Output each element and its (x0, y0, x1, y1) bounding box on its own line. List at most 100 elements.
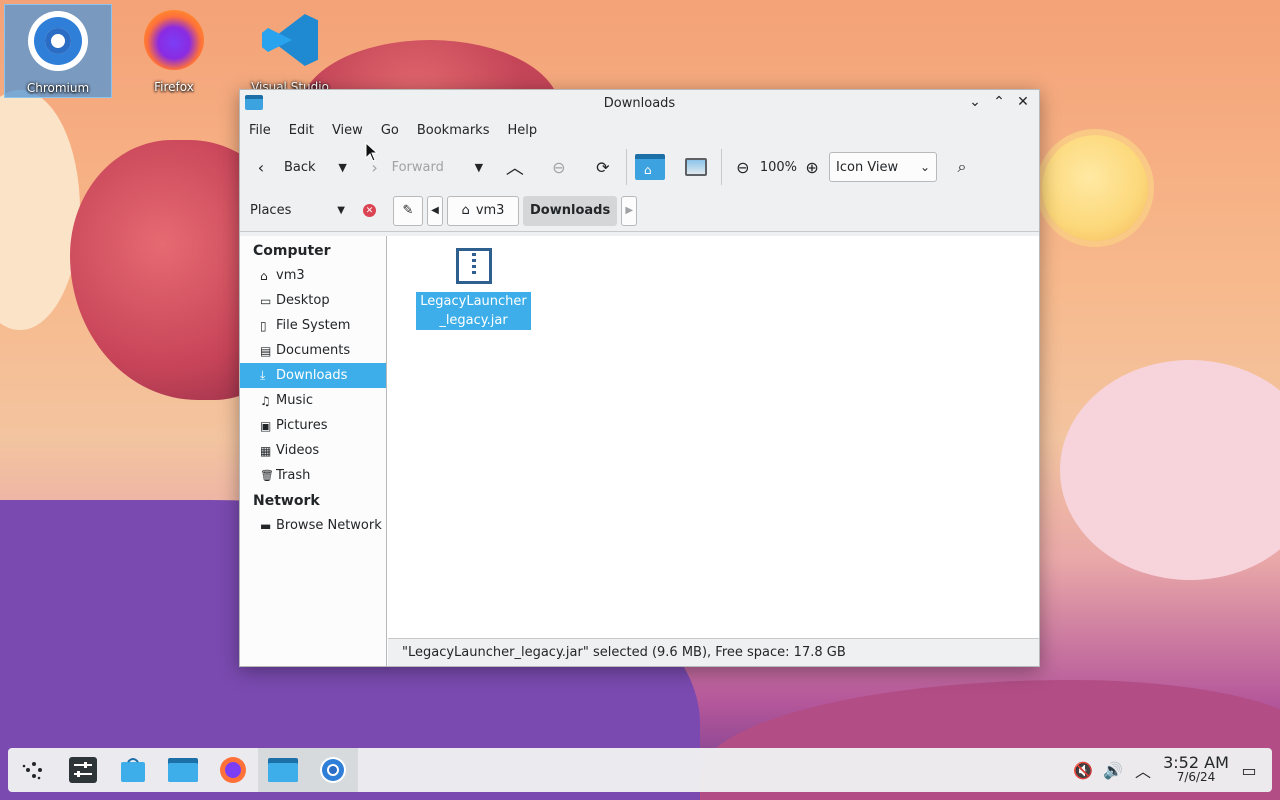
title-bar[interactable]: Downloads ⌄ ⌃ ✕ (240, 90, 1039, 116)
volume-icon[interactable]: 🔊 (1098, 761, 1128, 780)
toolbar: ‹ Back ▼ › Forward ▼ ︿ ⊖ ⟳ ⊖ 100% ⊕ Icon… (240, 144, 1039, 190)
menu-help[interactable]: Help (498, 123, 546, 138)
desktop-icon-vscode[interactable]: Visual Studio (236, 4, 344, 98)
folder-app-icon (245, 95, 263, 110)
menu-bar: File Edit View Go Bookmarks Help (240, 116, 1039, 144)
sidebar-item-file-system[interactable]: ▯ File System (240, 313, 386, 338)
sidebar-item-desktop[interactable]: ▭ Desktop (240, 288, 386, 313)
chromium-icon (320, 757, 346, 783)
taskbar-system-settings[interactable] (58, 748, 108, 792)
mouse-cursor-icon (365, 142, 379, 162)
clock[interactable]: 3:52 AM 7/6/24 (1158, 753, 1234, 785)
file-name: LegacyLauncher_legacy.jar (416, 292, 531, 330)
computer-icon[interactable] (684, 158, 707, 176)
pcmanfm-icon (268, 758, 298, 782)
desktop-icon-chromium[interactable]: Chromium (4, 4, 112, 98)
wallpaper-cloud (1060, 360, 1280, 580)
breadcrumb-current[interactable]: Downloads (523, 195, 618, 226)
back-history-dropdown-icon[interactable]: ▼ (330, 161, 356, 174)
places-dropdown-icon[interactable]: ▼ (337, 205, 345, 216)
breadcrumb-home[interactable]: ⌂ vm3 (447, 195, 519, 226)
chromium-icon (28, 11, 88, 71)
zoom-in-icon[interactable]: ⊕ (799, 158, 825, 177)
toolbar-separator (625, 149, 627, 185)
close-button[interactable]: ✕ (1013, 92, 1033, 112)
firefox-icon (220, 757, 246, 783)
desktop-icon-firefox[interactable]: Firefox (120, 4, 228, 98)
home-folder-icon[interactable] (634, 154, 665, 180)
drive-icon: ▯ (260, 318, 267, 333)
taskbar-firefox[interactable] (208, 748, 258, 792)
sidebar-item-music[interactable]: ♫ Music (240, 388, 386, 413)
app-launcher-button[interactable] (8, 748, 58, 792)
sidebar-item-vm3[interactable]: ⌂ vm3 (240, 263, 386, 288)
sidebar-item-trash[interactable]: 🗑 Trash (240, 463, 386, 488)
status-text: "LegacyLauncher_legacy.jar" selected (9.… (402, 645, 846, 660)
sidebar-item-browse-network[interactable]: ▬ Browse Network (240, 513, 386, 538)
system-tray: 🔇 🔊 ︿ 3:52 AM 7/6/24 ▭ (1068, 748, 1272, 792)
view-mode-select[interactable]: Icon View ⌄ (829, 152, 938, 182)
zoom-level: 100% (759, 159, 798, 175)
sidebar-item-label: Browse Network (276, 518, 382, 533)
places-label: Places (250, 203, 292, 218)
maximize-button[interactable]: ⌃ (989, 92, 1009, 112)
menu-bookmarks[interactable]: Bookmarks (408, 123, 499, 138)
search-icon[interactable]: ⌕ (949, 157, 975, 177)
back-button[interactable]: ‹ Back (248, 151, 316, 183)
breadcrumb-scroll-left[interactable]: ◀ (427, 195, 443, 226)
toolbar-separator (720, 149, 722, 185)
file-item[interactable]: LegacyLauncher_legacy.jar (416, 248, 531, 330)
sidebar-item-label: Trash (276, 468, 311, 483)
taskbar-pcmanfm[interactable] (258, 748, 308, 792)
videos-icon: ▦ (260, 443, 272, 458)
location-bar: Places ▼ ✕ ✎ ◀ ⌂ vm3 Downloads ▶ (240, 190, 1039, 232)
up-arrow-icon[interactable]: ︿ (502, 154, 528, 180)
zoom-out-icon[interactable]: ⊖ (730, 158, 756, 177)
home-icon: ⌂ (461, 203, 470, 218)
sidebar-item-label: vm3 (276, 268, 305, 283)
breadcrumb-label: Downloads (530, 203, 611, 218)
pictures-icon: ▣ (260, 418, 272, 433)
music-icon: ♫ (260, 393, 271, 408)
sidebar-section-network: Network (253, 492, 320, 509)
back-label: Back (284, 159, 316, 175)
edit-path-button[interactable]: ✎ (393, 195, 423, 226)
network-icon: ▬ (260, 518, 272, 533)
sidebar-item-pictures[interactable]: ▣ Pictures (240, 413, 386, 438)
reload-icon[interactable]: ⟳ (590, 158, 616, 177)
sidebar-item-label: Pictures (276, 418, 328, 433)
menu-view[interactable]: View (323, 123, 372, 138)
stop-icon[interactable]: ⊖ (546, 158, 572, 177)
menu-edit[interactable]: Edit (280, 123, 323, 138)
system-settings-icon (69, 757, 97, 783)
speaker-muted-icon[interactable]: 🔇 (1068, 761, 1098, 780)
clock-time: 3:52 AM (1163, 753, 1229, 772)
breadcrumb-scroll-right[interactable]: ▶ (621, 195, 638, 226)
breadcrumb-label: vm3 (475, 203, 505, 218)
file-view[interactable]: LegacyLauncher_legacy.jar (387, 236, 1039, 666)
chevron-down-icon: ⌄ (919, 160, 931, 174)
side-pane-selector[interactable]: Places ▼ ✕ (240, 203, 388, 218)
places-sidebar: Computer ⌂ vm3 ▭ Desktop ▯ File System ▤… (240, 236, 387, 666)
pencil-icon: ✎ (402, 203, 414, 218)
firefox-icon (144, 10, 204, 70)
chevron-up-icon[interactable]: ︿ (1128, 758, 1158, 782)
sidebar-item-label: Downloads (276, 368, 348, 383)
sidebar-item-downloads[interactable]: ⤓ Downloads (240, 363, 386, 388)
sidebar-item-documents[interactable]: ▤ Documents (240, 338, 386, 363)
taskbar-chromium[interactable] (308, 748, 358, 792)
minimize-button[interactable]: ⌄ (965, 92, 985, 112)
chevron-left-icon: ‹ (257, 157, 265, 177)
forward-history-dropdown-icon[interactable]: ▼ (466, 161, 492, 174)
sidebar-item-videos[interactable]: ▦ Videos (240, 438, 386, 463)
desktop-icon-label: Chromium (26, 81, 90, 95)
menu-go[interactable]: Go (372, 123, 408, 138)
show-desktop-icon[interactable]: ▭ (1234, 761, 1264, 780)
menu-file[interactable]: File (249, 123, 280, 138)
close-pane-icon[interactable]: ✕ (363, 204, 376, 217)
sidebar-item-label: Music (276, 393, 313, 408)
home-icon: ⌂ (260, 268, 268, 283)
taskbar-file-manager[interactable] (158, 748, 208, 792)
taskbar-discover[interactable] (108, 748, 158, 792)
trash-icon: 🗑 (260, 469, 274, 482)
